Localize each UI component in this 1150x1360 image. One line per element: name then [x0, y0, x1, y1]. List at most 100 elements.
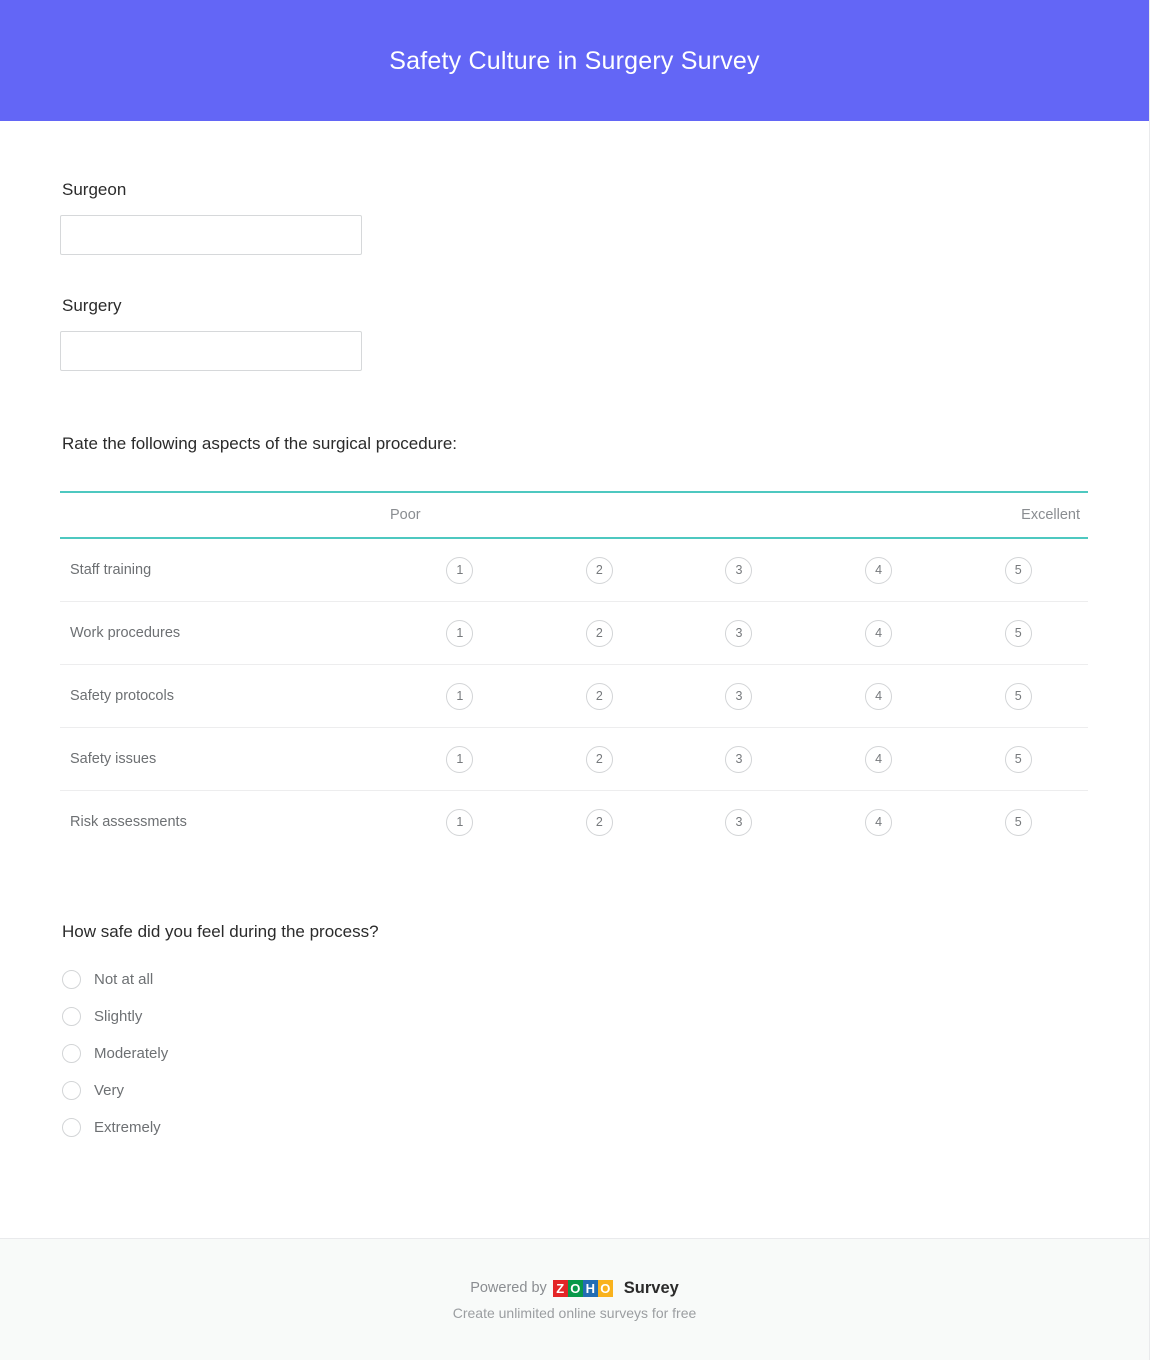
question-matrix-rating: Rate the following aspects of the surgic…: [60, 433, 1089, 854]
zoho-letter-z: Z: [552, 1279, 568, 1297]
list-item[interactable]: Extremely: [60, 1109, 1089, 1146]
rating-option-2[interactable]: 2: [585, 556, 613, 584]
matrix-cell: 1: [390, 790, 530, 854]
rating-option-5[interactable]: 5: [1004, 808, 1032, 836]
matrix-corner-cell: [60, 491, 390, 540]
radio-option-label: Not at all: [94, 971, 154, 989]
powered-by-row: Powered by ZOHO Survey: [470, 1279, 679, 1298]
rating-option-4[interactable]: 4: [865, 682, 893, 710]
rating-option-1[interactable]: 1: [446, 808, 474, 836]
rating-option-2[interactable]: 2: [585, 808, 613, 836]
radio-icon[interactable]: [62, 970, 81, 990]
matrix-cell: 1: [390, 664, 530, 729]
matrix-cell: 5: [948, 538, 1088, 603]
rating-option-1[interactable]: 1: [446, 556, 474, 584]
matrix-cell: 3: [669, 790, 809, 854]
surgery-input[interactable]: [60, 331, 362, 372]
matrix-cell: 5: [948, 790, 1088, 854]
surgery-label: Surgery: [62, 296, 122, 316]
matrix-cell: 2: [529, 727, 670, 792]
matrix-body: Staff training 1 2 3 4 5 Work procedures…: [60, 538, 1088, 854]
rating-option-3[interactable]: 3: [725, 745, 753, 773]
matrix-cell: 2: [529, 790, 670, 854]
table-row: Staff training 1 2 3 4 5: [60, 538, 1088, 603]
rating-matrix: Poor Excellent Staff training 1 2 3 4 5 …: [60, 491, 1088, 854]
rating-option-4[interactable]: 4: [865, 808, 893, 836]
rating-option-2[interactable]: 2: [585, 745, 613, 773]
zoho-letter-h: H: [582, 1279, 598, 1297]
matrix-scale-col-3: [669, 491, 809, 540]
rating-option-2[interactable]: 2: [585, 619, 613, 647]
matrix-cell: 3: [669, 538, 809, 603]
safety-feeling-label: How safe did you feel during the process…: [62, 922, 379, 942]
rating-option-1[interactable]: 1: [446, 682, 474, 710]
radio-option-label: Very: [94, 1082, 125, 1100]
matrix-scale-low-label: Poor: [390, 491, 530, 540]
zoho-letter-o1: O: [567, 1279, 583, 1297]
matrix-header-row: Poor Excellent: [60, 491, 1088, 540]
rating-option-1[interactable]: 1: [446, 619, 474, 647]
question-surgery: Surgery: [60, 295, 1089, 372]
rating-option-4[interactable]: 4: [865, 556, 893, 584]
rating-option-5[interactable]: 5: [1004, 619, 1032, 647]
rating-option-3[interactable]: 3: [725, 808, 753, 836]
table-row: Safety protocols 1 2 3 4 5: [60, 664, 1088, 729]
matrix-scale-col-2: [529, 491, 670, 540]
radio-icon[interactable]: [62, 1044, 81, 1064]
zoho-logo-icon[interactable]: ZOHO: [552, 1279, 613, 1297]
rating-option-2[interactable]: 2: [585, 682, 613, 710]
matrix-cell: 1: [390, 727, 530, 792]
rating-option-3[interactable]: 3: [725, 556, 753, 584]
matrix-cell: 2: [529, 664, 670, 729]
rating-option-4[interactable]: 4: [865, 745, 893, 773]
matrix-cell: 4: [808, 601, 949, 666]
survey-card: Safety Culture in Surgery Survey Surgeon…: [0, 0, 1150, 1360]
matrix-cell: 3: [669, 601, 809, 666]
matrix-row-label: Work procedures: [60, 601, 390, 666]
table-row: Safety issues 1 2 3 4 5: [60, 727, 1088, 792]
brand-product-name: Survey: [623, 1278, 679, 1297]
matrix-cell: 4: [808, 790, 949, 854]
matrix-cell: 4: [808, 727, 949, 792]
rating-option-5[interactable]: 5: [1004, 682, 1032, 710]
powered-by-text: Powered by: [470, 1280, 547, 1296]
rating-option-3[interactable]: 3: [725, 619, 753, 647]
matrix-cell: 5: [948, 664, 1088, 729]
matrix-header: Poor Excellent: [60, 491, 1088, 540]
page-title: Safety Culture in Surgery Survey: [389, 46, 760, 75]
question-safety-feeling: How safe did you feel during the process…: [60, 921, 1089, 1146]
matrix-cell: 5: [948, 601, 1088, 666]
table-row: Work procedures 1 2 3 4 5: [60, 601, 1088, 666]
radio-icon[interactable]: [62, 1118, 81, 1138]
rating-option-5[interactable]: 5: [1004, 556, 1032, 584]
radio-icon[interactable]: [62, 1007, 81, 1027]
matrix-question-label: Rate the following aspects of the surgic…: [62, 434, 458, 454]
matrix-cell: 2: [529, 601, 670, 666]
rating-option-1[interactable]: 1: [446, 745, 474, 773]
matrix-cell: 3: [669, 664, 809, 729]
list-item[interactable]: Slightly: [60, 998, 1089, 1035]
survey-header: Safety Culture in Surgery Survey: [0, 0, 1149, 121]
matrix-row-label: Risk assessments: [60, 790, 390, 854]
table-row: Risk assessments 1 2 3 4 5: [60, 790, 1088, 854]
matrix-row-label: Staff training: [60, 538, 390, 603]
matrix-cell: 4: [808, 538, 949, 603]
surgeon-input[interactable]: [60, 215, 362, 256]
list-item[interactable]: Very: [60, 1072, 1089, 1109]
question-surgeon: Surgeon: [60, 179, 1089, 256]
rating-option-5[interactable]: 5: [1004, 745, 1032, 773]
safety-feeling-options: Not at all Slightly Moderately Very Extr…: [60, 961, 1089, 1146]
radio-icon[interactable]: [62, 1081, 81, 1101]
zoho-letter-o2: O: [597, 1279, 613, 1297]
list-item[interactable]: Not at all: [60, 961, 1089, 998]
list-item[interactable]: Moderately: [60, 1035, 1089, 1072]
matrix-cell: 3: [669, 727, 809, 792]
matrix-scale-col-4: [808, 491, 949, 540]
matrix-cell: 4: [808, 664, 949, 729]
matrix-cell: 5: [948, 727, 1088, 792]
survey-footer: Powered by ZOHO Survey Create unlimited …: [0, 1238, 1149, 1360]
rating-option-3[interactable]: 3: [725, 682, 753, 710]
rating-option-4[interactable]: 4: [865, 619, 893, 647]
footer-tagline: Create unlimited online surveys for free: [452, 1304, 697, 1321]
matrix-cell: 2: [529, 538, 670, 603]
